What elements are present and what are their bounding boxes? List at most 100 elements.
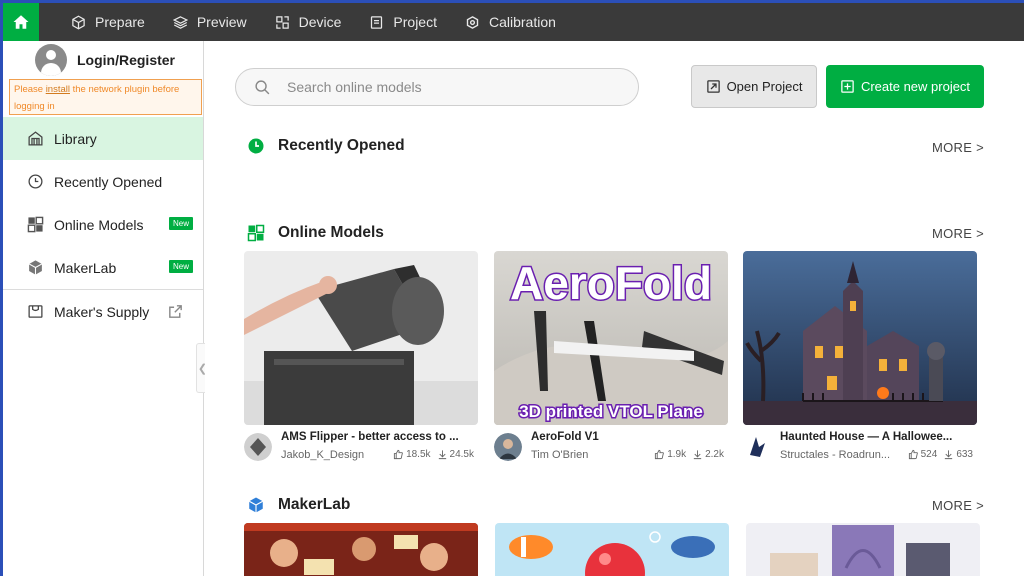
- model-card[interactable]: AMS Flipper - better access to ... Jakob…: [244, 251, 478, 467]
- sidebar-item-label: Library: [54, 130, 97, 147]
- makerlab-more-link[interactable]: MORE >: [932, 498, 984, 513]
- author-avatar[interactable]: [244, 433, 272, 461]
- download-icon: [693, 450, 702, 460]
- tab-label: Device: [298, 14, 342, 30]
- model-author[interactable]: Structales - Roadrun...: [780, 449, 890, 461]
- makerlab-icon: [248, 497, 264, 513]
- grid-icon: [247, 224, 265, 242]
- grid-icon: [27, 216, 44, 233]
- model-stats: 18.5k 24.5k: [393, 449, 474, 460]
- likes-count: 18.5k: [406, 449, 431, 460]
- create-project-button[interactable]: Create new project: [826, 65, 984, 108]
- model-title[interactable]: AMS Flipper - better access to ...: [281, 431, 459, 443]
- open-project-button[interactable]: Open Project: [691, 65, 817, 108]
- tab-label: Calibration: [488, 14, 556, 30]
- sidebar-item-makerlab[interactable]: MakerLab New: [3, 246, 203, 289]
- recently-opened-heading: Recently Opened: [247, 137, 405, 155]
- sidebar-item-label: Maker's Supply: [54, 303, 150, 320]
- tab-device[interactable]: Device: [261, 3, 356, 41]
- makerlab-heading: MakerLab: [247, 496, 350, 514]
- model-thumbnail[interactable]: [743, 251, 977, 425]
- network-plugin-notice: Please install the network plugin before…: [9, 79, 202, 115]
- tab-project[interactable]: Project: [355, 3, 451, 41]
- login-row[interactable]: Login/Register: [3, 41, 203, 79]
- sidebar-item-recently-opened[interactable]: Recently Opened: [3, 160, 203, 203]
- calibration-icon: [466, 15, 479, 29]
- makerlab-card[interactable]: [244, 523, 478, 576]
- home-button[interactable]: [3, 3, 39, 41]
- open-project-label: Open Project: [726, 79, 803, 94]
- tab-label: Project: [393, 14, 437, 30]
- aerofold-image: AeroFold 3D printed VTOL Plane: [494, 251, 728, 425]
- section-title: Recently Opened: [278, 137, 405, 154]
- new-badge: New: [169, 217, 194, 230]
- author-avatar-icon: [494, 433, 522, 461]
- project-icon: [371, 15, 383, 29]
- author-avatar[interactable]: [494, 433, 522, 461]
- search-input[interactable]: [287, 79, 607, 95]
- tab-label: Prepare: [95, 14, 145, 30]
- model-author[interactable]: Jakob_K_Design: [281, 449, 364, 461]
- model-meta: Haunted House — A Hallowee... Structales…: [743, 425, 977, 467]
- downloads-count: 2.2k: [705, 449, 724, 460]
- clock-icon: [28, 174, 43, 189]
- supply-icon: [28, 305, 43, 318]
- makerlab-comic-image: [244, 523, 478, 576]
- download-icon: [945, 450, 953, 460]
- section-title: Online Models: [278, 224, 384, 241]
- notice-text: Please: [14, 84, 46, 95]
- likes-count: 524: [920, 449, 938, 460]
- recently-opened-more-link[interactable]: MORE >: [932, 140, 984, 155]
- model-stats: 524 633: [908, 449, 973, 460]
- main-content: Open Project Create new project Recently…: [205, 41, 1024, 576]
- model-stats: 1.9k 2.2k: [654, 449, 724, 460]
- avatar[interactable]: [35, 44, 67, 76]
- cube-icon: [72, 15, 85, 29]
- author-avatar-icon: [743, 433, 771, 461]
- login-register-link[interactable]: Login/Register: [77, 52, 175, 68]
- sidebar-item-online-models[interactable]: Online Models New: [3, 203, 203, 246]
- model-title[interactable]: AeroFold V1: [531, 431, 599, 443]
- online-models-more-link[interactable]: MORE >: [932, 226, 984, 241]
- create-project-icon: [841, 80, 854, 93]
- thumbnail-subtitle: 3D printed VTOL Plane: [519, 402, 703, 421]
- thumbs-up-icon: [393, 449, 403, 460]
- makerlab-card[interactable]: [746, 523, 980, 576]
- section-title: MakerLab: [278, 496, 351, 513]
- downloads-count: 24.5k: [449, 449, 474, 460]
- makerlab-card[interactable]: [495, 523, 729, 576]
- model-meta: AeroFold V1 Tim O'Brien 1.9k 2.2k: [494, 425, 728, 467]
- model-thumbnail[interactable]: [244, 251, 478, 425]
- sidebar-item-label: MakerLab: [54, 259, 117, 276]
- new-badge: New: [169, 260, 194, 273]
- sidebar-item-library[interactable]: Library: [3, 117, 203, 160]
- device-icon: [275, 15, 289, 29]
- tab-prepare[interactable]: Prepare: [57, 3, 159, 41]
- model-title[interactable]: Haunted House — A Hallowee...: [780, 431, 952, 443]
- thumbnail-title: AeroFold: [510, 257, 712, 309]
- tab-label: Preview: [196, 14, 247, 30]
- create-project-label: Create new project: [860, 79, 971, 94]
- model-thumbnail[interactable]: AeroFold 3D printed VTOL Plane: [494, 251, 728, 425]
- model-card[interactable]: AeroFold 3D printed VTOL Plane AeroFold …: [494, 251, 728, 467]
- top-navigation: Prepare Preview Device Project Calibrati…: [3, 3, 1024, 41]
- download-icon: [438, 450, 446, 460]
- search-icon: [255, 79, 270, 94]
- library-icon: [28, 131, 43, 146]
- makerlab-icon: [28, 260, 43, 275]
- search-bar[interactable]: [235, 68, 639, 106]
- tab-calibration[interactable]: Calibration: [451, 3, 570, 41]
- makerlab-relief-image: [746, 523, 980, 576]
- sidebar-item-makers-supply[interactable]: Maker's Supply: [3, 290, 203, 333]
- makerlab-sea-image: [495, 523, 729, 576]
- home-icon: [13, 15, 29, 29]
- external-link-icon[interactable]: [167, 303, 184, 320]
- sidebar: Login/Register Please install the networ…: [3, 41, 208, 576]
- model-author[interactable]: Tim O'Brien: [531, 449, 588, 461]
- open-project-icon: [706, 80, 720, 93]
- tab-preview[interactable]: Preview: [159, 3, 261, 41]
- model-card[interactable]: Haunted House — A Hallowee... Structales…: [743, 251, 977, 467]
- sidebar-item-label: Recently Opened: [54, 173, 163, 190]
- author-avatar[interactable]: [743, 433, 771, 461]
- install-link[interactable]: install: [46, 84, 70, 95]
